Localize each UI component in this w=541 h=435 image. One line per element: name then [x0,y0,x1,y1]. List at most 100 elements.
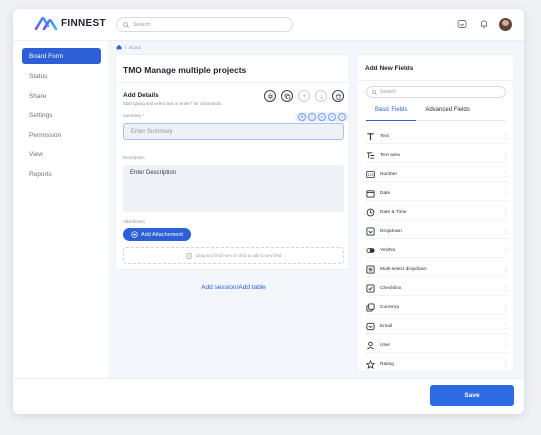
field-dropzone[interactable]: Drag any field here or click to add a ne… [123,247,344,264]
save-button[interactable]: Save [430,385,514,406]
field-item-number[interactable]: 123 Number ⋮ [366,168,509,182]
field-label: Multi-select dropdown [380,267,427,272]
field-label: Number [380,172,398,177]
arrow-down-icon[interactable] [315,90,327,102]
currency-icon [366,303,375,312]
form-title: TMO Manage multiple projects [123,65,247,75]
drag-handle-icon[interactable]: ⋮ [503,266,509,273]
add-details-heading: Add Details [123,92,159,99]
text-area-icon [366,151,375,160]
inbox-icon[interactable] [455,17,469,31]
arrow-up-icon[interactable] [298,90,310,102]
field-tabs: Basic Fields Advanced Fields [366,107,506,121]
global-search-input[interactable]: Search [116,17,293,32]
breadcrumb: / Board [116,44,141,50]
drag-handle-icon[interactable]: ⋮ [503,342,509,349]
add-details-hint: Start typing and select text or enter'/'… [123,101,223,106]
fields-search-input[interactable]: Search [366,86,506,98]
field-label: Rating [380,362,394,367]
field-item-date[interactable]: Date ⋮ [366,187,509,201]
tab-basic-fields[interactable]: Basic Fields [366,107,417,121]
breadcrumb-current[interactable]: Board [129,45,141,50]
sidebar-item-permission[interactable]: Permission [22,127,101,143]
field-item-yes-no[interactable]: Yes/No ⋮ [366,244,509,258]
field-label: Text area [380,153,400,158]
field-label: User [380,343,391,348]
trash-icon[interactable] [332,90,344,102]
field-label: Currency [380,305,400,310]
bell-icon[interactable] [477,17,491,31]
link-icon[interactable]: ∞ [318,113,326,121]
search-placeholder: Search [133,21,151,28]
sidebar-item-view[interactable]: View [22,146,101,162]
calendar-icon [366,189,375,198]
field-item-currency[interactable]: Currency ⋮ [366,301,509,315]
drag-handle-icon[interactable]: ⋮ [503,304,509,311]
drag-handle-icon[interactable]: ⋮ [503,209,509,216]
sidebar-item-status[interactable]: Status [22,68,101,84]
sidebar-item-share[interactable]: Share [22,88,101,104]
summary-input[interactable]: Enter Summary [123,123,344,140]
settings-icon[interactable] [264,90,276,102]
field-item-checkbox[interactable]: Checkbox ⋮ [366,282,509,296]
clock-icon [366,208,375,217]
dropdown-icon [366,227,375,236]
field-item-text[interactable]: Text ⋮ [366,130,509,144]
field-label: Email [380,324,392,329]
list-icon[interactable]: ≡ [328,113,336,121]
check-icon[interactable]: ✓ [338,113,346,121]
field-item-text-area[interactable]: Text area ⋮ [366,149,509,163]
tab-advanced-fields[interactable]: Advanced Fields [416,107,478,121]
search-icon [123,21,129,28]
star-icon [366,360,375,369]
breadcrumb-separator: / [125,44,127,50]
field-label: Date & Time [380,210,407,215]
header-actions [455,17,512,31]
app-window: FINNEST Search Board Form Status Share S… [13,9,524,414]
summary-label: Summary * [123,113,145,118]
field-label: Dropdown [380,229,402,234]
description-input[interactable]: Enter Description [123,165,344,212]
sidebar-item-board-form[interactable]: Board Form [22,48,101,64]
drag-handle-icon[interactable]: ⋮ [503,152,509,159]
user-avatar[interactable] [499,17,512,31]
form-card: TMO Manage multiple projects Add Details… [115,54,350,270]
field-item-email[interactable]: Email ⋮ [366,320,509,334]
field-item-date-time[interactable]: Date & Time ⋮ [366,206,509,220]
field-item-dropdown[interactable]: Dropdown ⋮ [366,225,509,239]
drag-handle-icon[interactable]: ⋮ [503,228,509,235]
field-item-user[interactable]: User ⋮ [366,339,509,353]
drag-handle-icon[interactable]: ⋮ [503,247,509,254]
add-session-link[interactable]: Add session/Add table [108,284,359,291]
logo: FINNEST [35,17,106,30]
description-label: Description [123,155,145,160]
sidebar-item-reports[interactable]: Reports [22,166,101,182]
dropzone-text: Drag any field here or click to add a ne… [195,253,282,258]
bold-icon[interactable]: B [298,113,306,121]
summary-placeholder: Enter Summary [131,128,173,135]
drag-handle-icon[interactable]: ⋮ [503,171,509,178]
number-icon: 123 [366,170,375,179]
home-icon[interactable] [116,44,122,50]
field-item-multi-select-dropdown[interactable]: Multi-select dropdown ⋮ [366,263,509,277]
field-label: Date [380,191,391,196]
divider [357,80,513,81]
add-box-icon [185,252,192,259]
italic-icon[interactable]: I [308,113,316,121]
add-attachment-button[interactable]: Add Attachement [123,228,191,241]
drag-handle-icon[interactable]: ⋮ [503,285,509,292]
sidebar-item-settings[interactable]: Settings [22,107,101,123]
checkbox-icon [366,284,375,293]
drag-handle-icon[interactable]: ⋮ [503,190,509,197]
copy-icon[interactable] [281,90,293,102]
toggle-icon [366,246,375,255]
multi-select-icon [366,265,375,274]
drag-handle-icon[interactable]: ⋮ [503,361,509,368]
footer-bar: Save [13,378,524,414]
fields-search-placeholder: Search [380,89,396,95]
main-content: / Board TMO Manage multiple projects Add… [108,41,524,379]
drag-handle-icon[interactable]: ⋮ [503,323,509,330]
brand-name: FINNEST [61,18,106,29]
drag-handle-icon[interactable]: ⋮ [503,133,509,140]
field-item-rating[interactable]: Rating ⋮ [366,358,509,372]
